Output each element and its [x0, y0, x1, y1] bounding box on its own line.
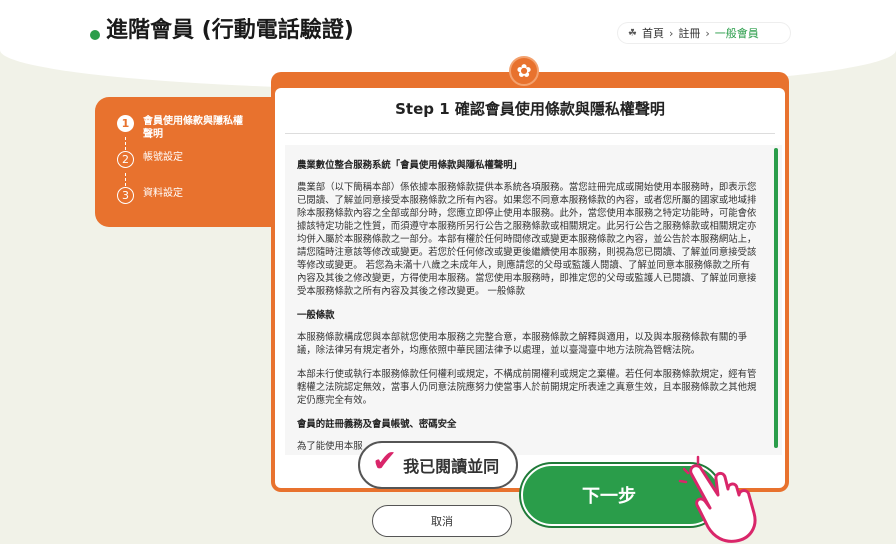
breadcrumb-current: 一般會員 — [714, 27, 759, 40]
terms-intro-paragraph: 農業部（以下簡稱本部）係依據本服務條款提供本系統各項服務。當您註冊完成或開始使用… — [297, 182, 757, 297]
step-2-label: 帳號設定 — [143, 152, 183, 163]
page-title: 進階會員 (行動電話驗證) — [106, 18, 354, 43]
step-connector — [125, 173, 126, 186]
home-icon[interactable]: ☘ — [628, 28, 637, 39]
title-bullet — [90, 30, 100, 40]
breadcrumb-separator: › — [705, 26, 710, 40]
step-2: 2 帳號設定 — [117, 151, 183, 168]
step-heading: Step 1 確認會員使用條款與隱私權聲明 — [395, 100, 665, 118]
step-3: 3 資料設定 — [117, 187, 183, 204]
step-3-number: 3 — [117, 187, 134, 204]
cancel-button[interactable]: 取消 — [372, 505, 512, 537]
terms-section-title: 會員的註冊義務及會員帳號、密碼安全 — [297, 419, 457, 430]
terms-scroll-area[interactable]: 農業數位整合服務系統「會員使用條款與隱私權聲明」 農業部（以下簡稱本部）係依據本… — [285, 145, 782, 455]
breadcrumb: ☘ 首頁 › 註冊 › 一般會員 — [618, 23, 790, 43]
terms-document-title: 農業數位整合服務系統「會員使用條款與隱私權聲明」 — [297, 160, 523, 171]
terms-paragraph: 本服務條款構成您與本部就您使用本服務之完整合意，本服務條款之解釋與適用，以及與本… — [297, 332, 748, 356]
agree-label: 我已閱讀並同 — [403, 457, 500, 476]
next-button-label: 下一步 — [582, 486, 636, 507]
step-3-label: 資料設定 — [143, 188, 183, 199]
step-connector — [125, 137, 126, 150]
checkmark-icon: ✔ — [372, 444, 398, 479]
scrollbar-thumb[interactable] — [774, 148, 778, 448]
heading-divider — [285, 133, 775, 134]
terms-section-title: 一般條款 — [297, 310, 335, 321]
agree-checkbox[interactable]: ✔ 我已閱讀並同 — [358, 441, 518, 489]
breadcrumb-separator: › — [668, 26, 674, 40]
pointing-hand-icon — [678, 455, 757, 543]
breadcrumb-register[interactable]: 註冊 — [678, 25, 700, 41]
registration-stepper: 1 會員使用條款與隱私權聲明 2 帳號設定 3 資料設定 — [95, 97, 275, 227]
flower-emblem-icon: ✿ — [509, 56, 539, 86]
step-1-label: 會員使用條款與隱私權聲明 — [143, 116, 243, 140]
breadcrumb-home[interactable]: 首頁 — [642, 25, 664, 41]
terms-content: 農業數位整合服務系統「會員使用條款與隱私權聲明」 農業部（以下簡稱本部）係依據本… — [297, 159, 759, 455]
terms-paragraph: 本部未行使或執行本服務條款任何權利或規定，不構成前開權利或規定之棄權。若任何本服… — [297, 369, 757, 406]
step-2-number: 2 — [117, 151, 134, 168]
step-1-number: 1 — [117, 115, 134, 132]
step-1: 1 會員使用條款與隱私權聲明 — [117, 115, 251, 141]
